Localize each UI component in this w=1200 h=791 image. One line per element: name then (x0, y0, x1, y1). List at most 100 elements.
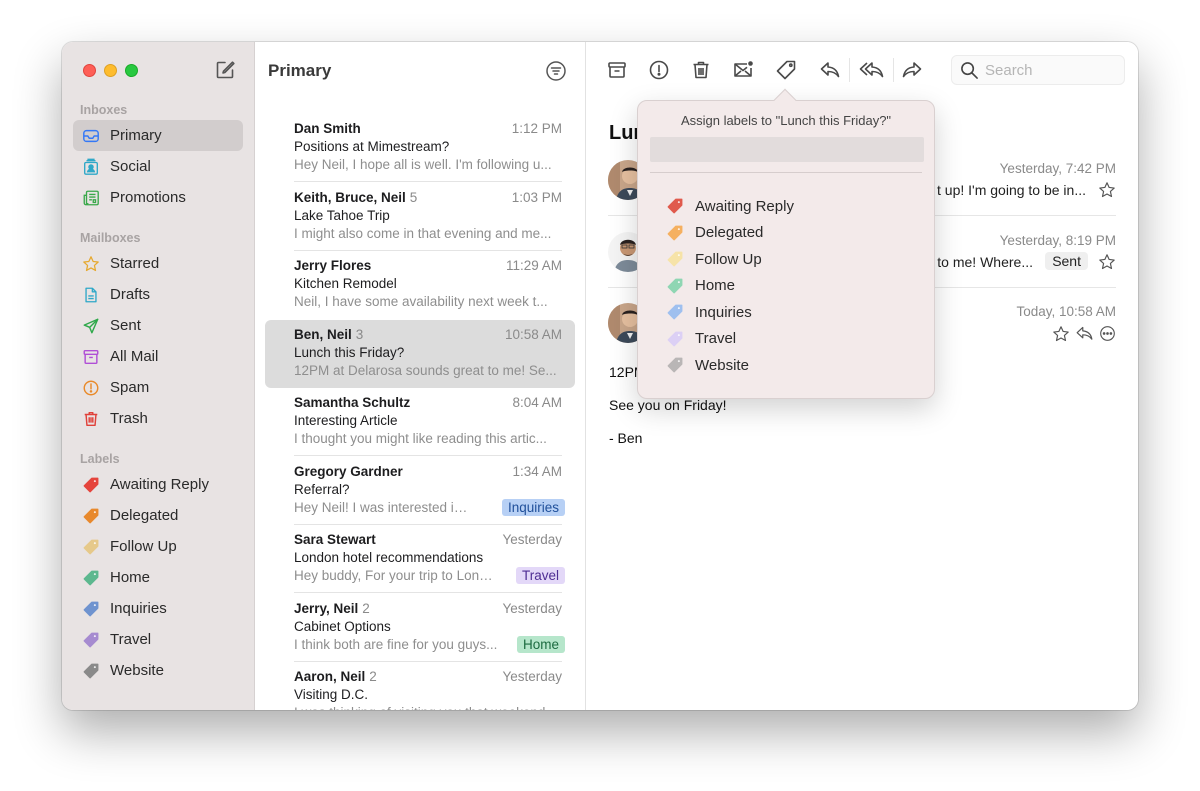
sidebar-item-label-website[interactable]: Website (73, 655, 243, 686)
tag-icon (83, 508, 99, 523)
tag-icon (83, 663, 99, 678)
label-badge: Travel (515, 567, 565, 584)
reply-button[interactable] (818, 58, 842, 82)
zoom-window-button[interactable] (125, 64, 138, 77)
popover-label-text: Inquiries (695, 303, 752, 321)
tag-icon (667, 357, 683, 373)
message-preview: Hey Neil, I hope all is well. I'm follow… (294, 157, 552, 172)
popover-label-awaiting-reply[interactable]: Awaiting Reply (666, 195, 794, 217)
mark-unread-button[interactable] (731, 58, 755, 82)
thread-count: 2 (362, 600, 370, 616)
star-button[interactable] (1098, 181, 1116, 199)
search-field[interactable] (951, 55, 1125, 85)
thread-count: 3 (355, 326, 364, 342)
sent-badge: Sent (1045, 252, 1088, 270)
sidebar-item-drafts[interactable]: Drafts (73, 279, 243, 310)
message-row[interactable]: Aaron, Neil2 Yesterday Visiting D.C. I was … (265, 662, 575, 710)
label-filter-input[interactable] (650, 137, 924, 162)
star-button[interactable] (1098, 253, 1116, 271)
sidebar-item-trash[interactable]: Trash (73, 403, 243, 434)
tag-icon (776, 60, 796, 80)
sidebar-item-all-mail[interactable]: All Mail (73, 341, 243, 372)
message-row[interactable]: Ben, Neil 3 10:58 AM Lunch this Friday? 12PM… (265, 319, 575, 388)
sidebar-item-spam[interactable]: Spam (73, 372, 243, 403)
message-preview: I thought you might like reading this ar… (294, 431, 547, 446)
sidebar-item-label-awaiting-reply[interactable]: Awaiting Reply (73, 469, 243, 500)
trash-button[interactable] (689, 58, 713, 82)
tag-icon (83, 632, 99, 647)
star-icon (1099, 182, 1115, 198)
popover-label-home[interactable]: Home (666, 275, 735, 297)
popover-label-follow-up[interactable]: Follow Up (666, 248, 762, 270)
message-row[interactable]: Samantha Schultz 8:04 AM Interesting Artic… (265, 388, 575, 456)
message-subject: Interesting Article (294, 413, 398, 428)
more-options-icon[interactable] (1099, 325, 1116, 342)
message-time: Yesterday (502, 600, 562, 616)
row-divider (294, 181, 562, 182)
archive-box-icon (83, 349, 99, 364)
document-icon (85, 287, 97, 302)
sidebar-item-label-travel[interactable]: Travel (73, 624, 243, 655)
message-subject: Cabinet Options (294, 618, 391, 634)
reply-all-button[interactable] (858, 58, 886, 82)
filter-button[interactable] (545, 60, 567, 82)
labels-button[interactable] (774, 58, 798, 82)
sidebar-item-label: Promotions (110, 189, 186, 206)
people-icon (84, 158, 98, 175)
label-badge: Inquiries (501, 498, 565, 516)
search-input[interactable] (985, 61, 1115, 79)
popover-label-inquiries[interactable]: Inquiries (666, 301, 752, 323)
message-row[interactable]: Dan Smith 1:12 PM Positions at Mimestream?… (265, 114, 575, 182)
popover-label-website[interactable]: Website (666, 354, 749, 376)
message-row[interactable]: Sara Stewart Yesterday London hotel recomm… (265, 525, 575, 593)
sidebar-item-starred[interactable]: Starred (73, 248, 243, 279)
toolbar-divider (849, 58, 850, 82)
close-window-button[interactable] (83, 64, 96, 77)
sidebar-item-label-home[interactable]: Home (73, 562, 243, 593)
message-preview: Hey Neil! I was interested in a... (294, 499, 473, 515)
forward-button[interactable] (900, 58, 924, 82)
sidebar-item-label: Delegated (110, 507, 179, 524)
sidebar-item-label: Drafts (110, 286, 151, 303)
popover-label-delegated[interactable]: Delegated (666, 222, 763, 244)
forward-icon (902, 62, 922, 78)
sidebar-item-sent[interactable]: Sent (73, 310, 243, 341)
sidebar-item-label: Website (110, 662, 164, 679)
compose-button[interactable] (214, 59, 236, 81)
archive-button[interactable] (605, 58, 629, 82)
row-divider (294, 455, 562, 456)
toolbar-divider (893, 58, 894, 82)
thread-count: 5 (409, 189, 418, 205)
message-subject: Visiting D.C. (294, 687, 369, 702)
sidebar-item-social[interactable]: Social (73, 151, 243, 182)
star-icon[interactable] (1052, 325, 1070, 343)
window-controls (83, 64, 138, 77)
exclamation-circle-icon (649, 60, 669, 80)
popover-label-text: Website (695, 356, 749, 374)
message-sender: Jerry, Neil 2 (294, 600, 370, 616)
popover-label-text: Delegated (695, 224, 764, 241)
reply-icon[interactable] (1075, 324, 1094, 343)
message-preview: 12PM at Delarosa sounds great to me! Se.… (294, 362, 557, 378)
message-row[interactable]: Keith, Bruce, Neil 5 1:03 PM Lake Tahoe Tri… (265, 183, 575, 251)
message-body-line: See you on Friday! (609, 397, 727, 413)
sidebar-item-promotions[interactable]: Promotions (73, 182, 243, 213)
popover-label-text: Follow Up (695, 250, 762, 268)
search-icon (961, 61, 978, 79)
inbox-tray-icon (83, 129, 99, 142)
mail-window: Inboxes Primary Social Promotions Mailbo… (62, 42, 1138, 710)
message-row[interactable]: Jerry Flores 11:29 AM Kitchen Remodel Neil,… (265, 251, 575, 319)
sidebar-item-label: Starred (110, 255, 160, 272)
spam-button[interactable] (647, 58, 671, 82)
popover-divider (650, 172, 922, 173)
popover-label-travel[interactable]: Travel (666, 328, 736, 350)
minimize-window-button[interactable] (104, 64, 117, 77)
message-row[interactable]: Gregory Gardner 1:34 AM Referral? Hey Neil!… (265, 457, 575, 525)
sidebar-item-label-inquiries[interactable]: Inquiries (73, 593, 243, 624)
sidebar-item-label-delegated[interactable]: Delegated (73, 500, 243, 531)
sidebar-item-primary[interactable]: Primary (73, 120, 243, 151)
tag-icon (667, 198, 683, 214)
message-row[interactable]: Jerry, Neil 2 Yesterday Cabinet Options I th… (265, 594, 575, 662)
sidebar-item-label-follow-up[interactable]: Follow Up (73, 531, 243, 562)
star-icon (1099, 254, 1115, 270)
